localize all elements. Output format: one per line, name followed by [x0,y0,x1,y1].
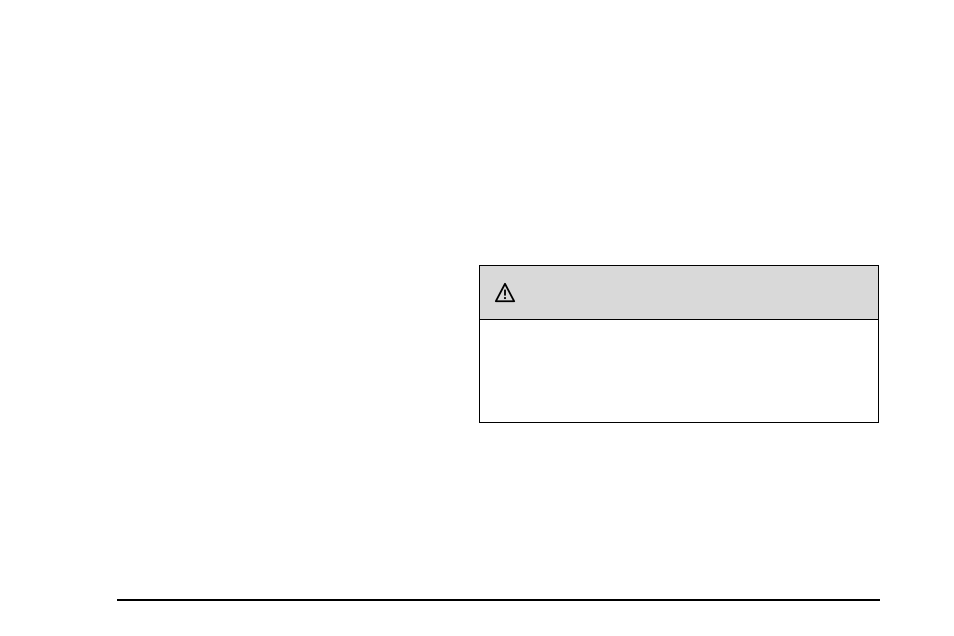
callout-box [479,265,879,423]
callout-header [480,266,878,320]
horizontal-rule [117,599,880,601]
callout-body [480,320,878,422]
warning-icon [494,282,516,304]
